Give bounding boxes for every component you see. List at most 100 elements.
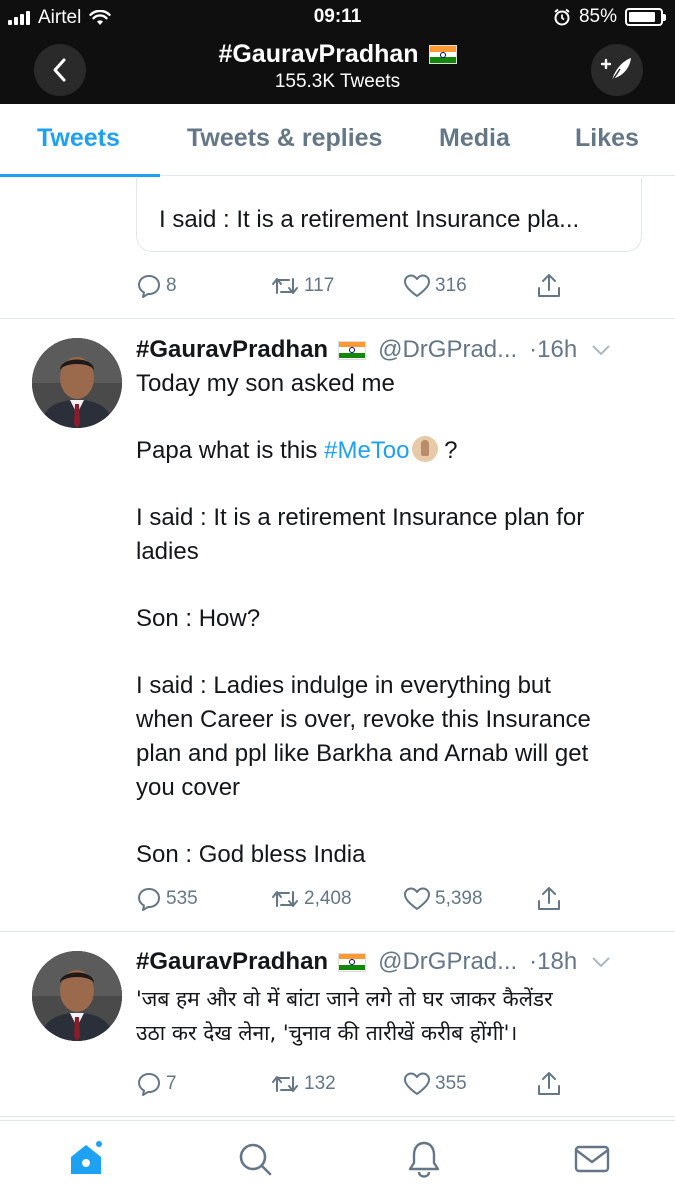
tab-tweets[interactable]: Tweets <box>37 124 120 153</box>
quoted-tweet-text: I said : It is a retirement Insurance pl… <box>159 206 580 233</box>
like-count: 316 <box>435 275 467 296</box>
retweet-icon <box>272 891 298 907</box>
tweet-line: Son : God bless India <box>136 841 366 868</box>
tweet-line: I said : Ladies indulge in everything bu… <box>136 672 551 699</box>
bottom-navigation <box>0 1120 675 1200</box>
tweet-time: ·16h <box>529 336 578 363</box>
share-icon <box>538 887 560 910</box>
battery-icon <box>625 8 666 26</box>
retweet-button[interactable]: 132 <box>270 1071 336 1097</box>
active-tab-indicator <box>0 174 160 177</box>
retweet-count: 117 <box>304 275 335 296</box>
messages-icon <box>574 1145 610 1173</box>
tweet-line: you cover <box>136 774 241 801</box>
like-count: 5,398 <box>435 888 483 909</box>
tweet-line-suffix: ? <box>437 437 458 464</box>
author-handle[interactable]: @DrGPrad... <box>378 336 517 364</box>
retweet-button[interactable]: 2,408 <box>270 886 352 912</box>
like-button[interactable]: 5,398 <box>403 886 483 912</box>
tweet-text: Today my son asked me Papa what is this … <box>136 367 646 872</box>
header-title: #GauravPradhan <box>218 40 419 68</box>
tweet-count: 155.3K Tweets <box>274 71 401 92</box>
share-button[interactable] <box>536 1071 562 1097</box>
tweet-actions: 8 117 316 <box>136 273 576 305</box>
tweet-divider <box>0 318 675 319</box>
tweet-line: Papa what is this #MeToo ? <box>136 434 646 468</box>
tweet-line: plan and ppl like Barkha and Arnab will … <box>136 740 589 767</box>
chevron-down-icon[interactable] <box>591 956 611 968</box>
status-bar: Airtel 09:11 85% <box>0 0 675 36</box>
profile-photo <box>32 951 122 1041</box>
author-name[interactable]: #GauravPradhan <box>136 336 328 364</box>
reply-button[interactable]: 535 <box>136 886 198 912</box>
tab-tweets-and-replies[interactable]: Tweets & replies <box>187 124 382 153</box>
tab-media[interactable]: Media <box>439 124 510 153</box>
profile-header: #GauravPradhan 155.3K Tweets <box>0 40 675 93</box>
tweet-line: 'जब हम और वो में बांटा जाने लगे तो घर जा… <box>136 987 553 1011</box>
nav-search[interactable] <box>235 1139 275 1179</box>
tweet-line-text: Papa what is this <box>136 437 325 464</box>
share-icon <box>538 1072 560 1095</box>
tweet-text: 'जब हम और वो में बांटा जाने लगे तो घर जा… <box>136 982 646 1050</box>
india-flag-icon <box>428 45 457 64</box>
profile-tabs: Tweets Tweets & replies Media Likes <box>0 104 675 177</box>
like-count: 355 <box>435 1073 467 1094</box>
tweet-actions: 7 132 355 <box>136 1071 576 1103</box>
retweet-icon <box>272 1076 298 1092</box>
author-handle[interactable]: @DrGPrad... <box>378 948 517 976</box>
india-flag-icon <box>338 340 367 360</box>
nav-notifications[interactable] <box>404 1139 444 1179</box>
tweet-time: ·18h <box>529 948 578 975</box>
compose-tweet-icon <box>600 58 631 82</box>
heart-icon <box>404 274 430 297</box>
raised-hand-emoji-icon <box>411 436 438 462</box>
like-button[interactable]: 355 <box>403 1071 467 1097</box>
profile-photo <box>32 338 122 428</box>
author-name[interactable]: #GauravPradhan <box>136 948 328 976</box>
reply-icon <box>138 275 160 298</box>
heart-icon <box>404 1072 430 1095</box>
tweet-line: Son : How? <box>136 605 261 632</box>
india-flag-icon <box>338 952 367 972</box>
alarm-icon <box>554 8 570 26</box>
nav-messages[interactable] <box>572 1139 612 1179</box>
reply-button[interactable]: 7 <box>136 1071 177 1097</box>
notifications-icon <box>408 1141 440 1178</box>
reply-icon <box>138 1073 160 1096</box>
tweet-line: उठा कर देख लेना, 'चुनाव की तारीखें करीब … <box>136 1021 518 1045</box>
retweet-count: 2,408 <box>304 888 352 909</box>
battery-percent: 85% <box>578 6 617 27</box>
retweet-button[interactable]: 117 <box>270 273 334 299</box>
new-tweets-indicator <box>94 1139 104 1149</box>
reply-count: 8 <box>166 275 177 296</box>
top-bar: Airtel 09:11 85% #GauravPradhan 155.3K T… <box>0 0 675 104</box>
tweet-divider <box>0 931 675 932</box>
reply-button[interactable]: 8 <box>136 273 177 299</box>
hashtag-link[interactable]: #MeToo <box>324 437 409 464</box>
tweet-line: ladies <box>136 538 199 565</box>
retweet-icon <box>272 278 298 294</box>
retweet-count: 132 <box>304 1073 336 1094</box>
compose-button[interactable] <box>591 44 643 96</box>
tab-likes[interactable]: Likes <box>575 124 639 153</box>
tweet-divider <box>0 1116 675 1117</box>
heart-icon <box>404 887 430 910</box>
search-icon <box>239 1143 272 1176</box>
reply-icon <box>138 888 160 911</box>
share-icon <box>538 274 560 297</box>
reply-count: 7 <box>166 1073 177 1094</box>
reply-count: 535 <box>166 888 198 909</box>
tweet-line: when Career is over, revoke this Insuran… <box>136 706 591 733</box>
nav-home[interactable] <box>66 1139 106 1179</box>
tweet-line: I said : It is a retirement Insurance pl… <box>136 504 585 531</box>
like-button[interactable]: 316 <box>403 273 467 299</box>
tweet-line: Today my son asked me <box>136 370 395 397</box>
share-button[interactable] <box>536 886 562 912</box>
avatar[interactable] <box>32 951 122 1041</box>
quoted-tweet-card[interactable]: I said : It is a retirement Insurance pl… <box>136 178 642 252</box>
chevron-down-icon[interactable] <box>591 344 611 356</box>
avatar[interactable] <box>32 338 122 428</box>
tweet-header: #GauravPradhan @DrGPrad... ·18h <box>136 946 646 978</box>
tweet-header: #GauravPradhan @DrGPrad... ·16h <box>136 334 646 366</box>
share-button[interactable] <box>536 273 562 299</box>
